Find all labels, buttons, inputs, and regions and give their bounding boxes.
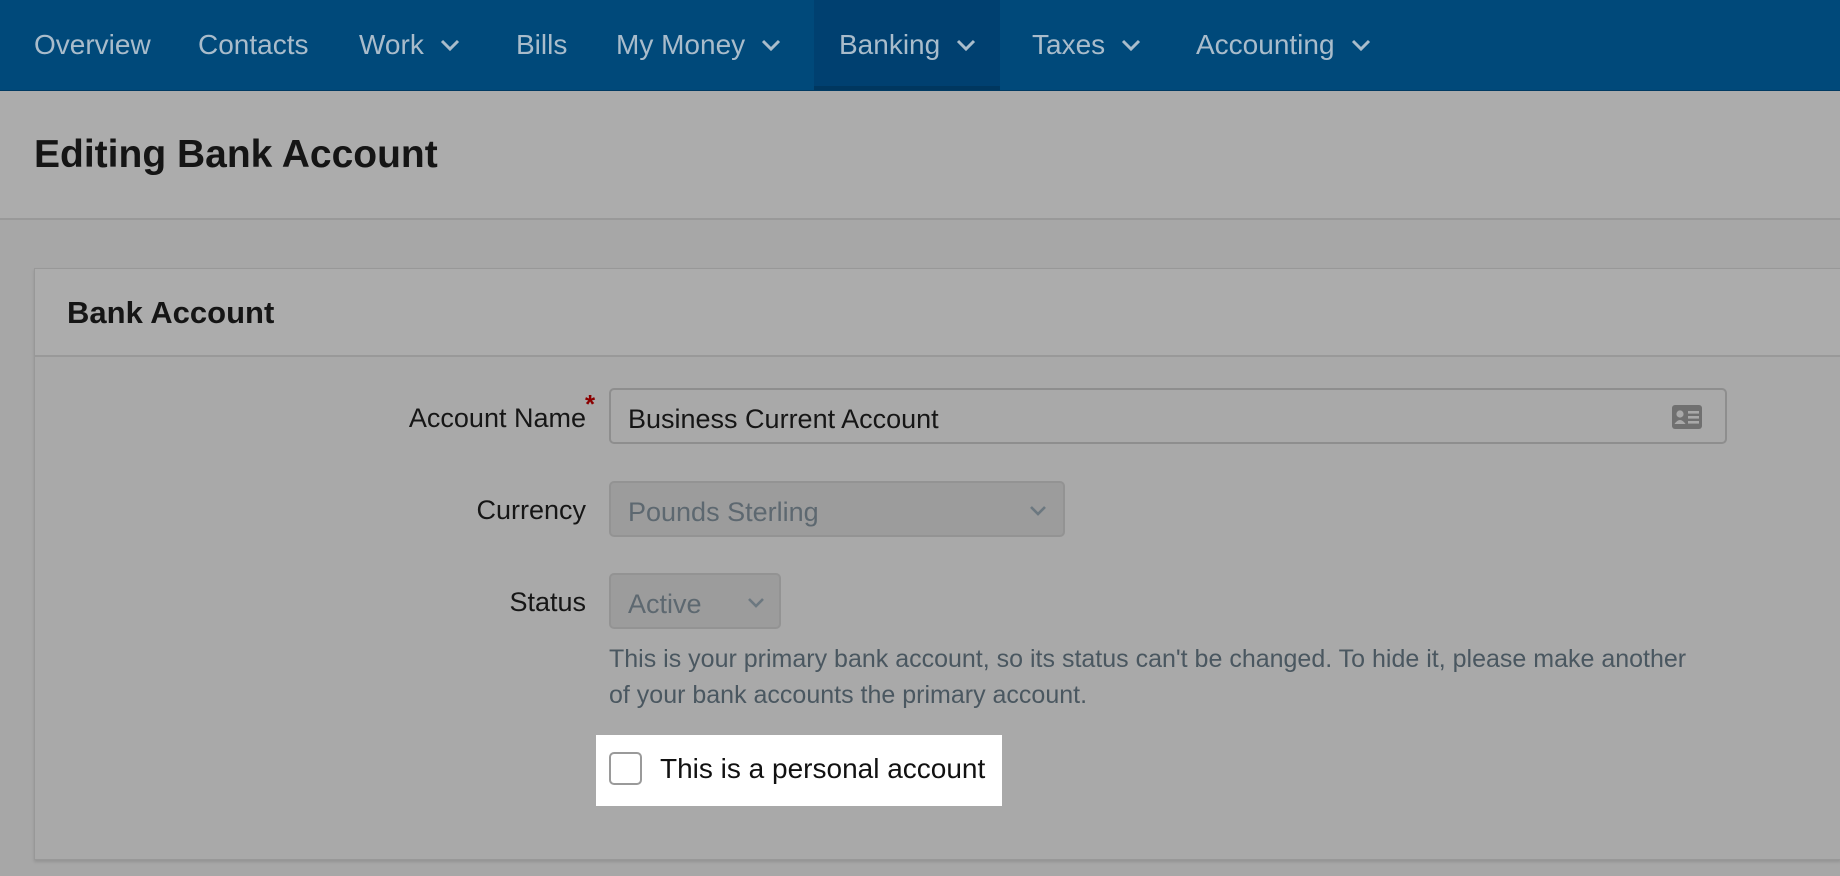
- account-name-label: Account Name: [409, 403, 586, 434]
- page-header: Editing Bank Account: [0, 91, 1840, 220]
- chevron-down-icon: [440, 39, 459, 52]
- bank-account-panel: Bank Account Account Name * Business Cur…: [34, 268, 1840, 860]
- status-help-text: This is your primary bank account, so it…: [609, 645, 1687, 709]
- personal-account-option[interactable]: This is a personal account: [596, 735, 1002, 806]
- nav-item-work[interactable]: Work: [359, 0, 460, 90]
- nav-item-label: Contacts: [198, 29, 309, 60]
- nav-item-overview[interactable]: Overview: [34, 0, 151, 90]
- account-name-label-text: Account Name: [408, 403, 586, 433]
- nav-item-label: Overview: [34, 29, 151, 60]
- nav-item-label: Bills: [516, 29, 568, 60]
- status-value: Active: [628, 589, 702, 619]
- nav-item-banking[interactable]: Banking: [814, 0, 1001, 90]
- chevron-down-icon: [957, 39, 976, 52]
- nav-item-label: Accounting: [1196, 29, 1335, 60]
- account-name-input[interactable]: Business Current Account: [609, 388, 1727, 444]
- currency-label: Currency: [476, 495, 586, 526]
- currency-select[interactable]: Pounds Sterling: [609, 481, 1065, 537]
- status-select[interactable]: Active: [609, 573, 781, 629]
- currency-label-text: Currency: [476, 495, 586, 525]
- contact-card-icon[interactable]: [1671, 404, 1703, 430]
- chevron-down-icon: [1030, 506, 1046, 516]
- status-label: Status: [509, 587, 586, 618]
- chevron-down-icon: [748, 598, 764, 608]
- nav-item-bills[interactable]: Bills: [516, 0, 567, 90]
- chevron-down-icon: [1122, 39, 1141, 52]
- nav-item-label: Banking: [839, 29, 941, 60]
- currency-value: Pounds Sterling: [628, 497, 819, 527]
- nav-item-taxes[interactable]: Taxes: [1032, 0, 1141, 90]
- panel-header: Bank Account: [35, 269, 1840, 357]
- account-name-value: Business Current Account: [628, 404, 939, 434]
- personal-account-checkbox[interactable]: [609, 752, 642, 785]
- chevron-down-icon: [1351, 39, 1370, 52]
- nav-item-my-money[interactable]: My Money: [616, 0, 781, 90]
- nav-item-label: Work: [359, 29, 424, 60]
- nav-item-accounting[interactable]: Accounting: [1196, 0, 1371, 90]
- nav-item-label: Taxes: [1032, 29, 1106, 60]
- nav-item-label: My Money: [616, 29, 746, 60]
- top-navigation: Overview Contacts Work Bills My Money Ba…: [0, 0, 1840, 91]
- nav-item-contacts[interactable]: Contacts: [198, 0, 309, 90]
- chevron-down-icon: [762, 39, 781, 52]
- page-title: Editing Bank Account: [34, 133, 438, 176]
- panel-title: Bank Account: [67, 295, 275, 330]
- status-label-text: Status: [509, 587, 586, 617]
- personal-account-label[interactable]: This is a personal account: [660, 753, 985, 785]
- required-marker: *: [585, 389, 596, 419]
